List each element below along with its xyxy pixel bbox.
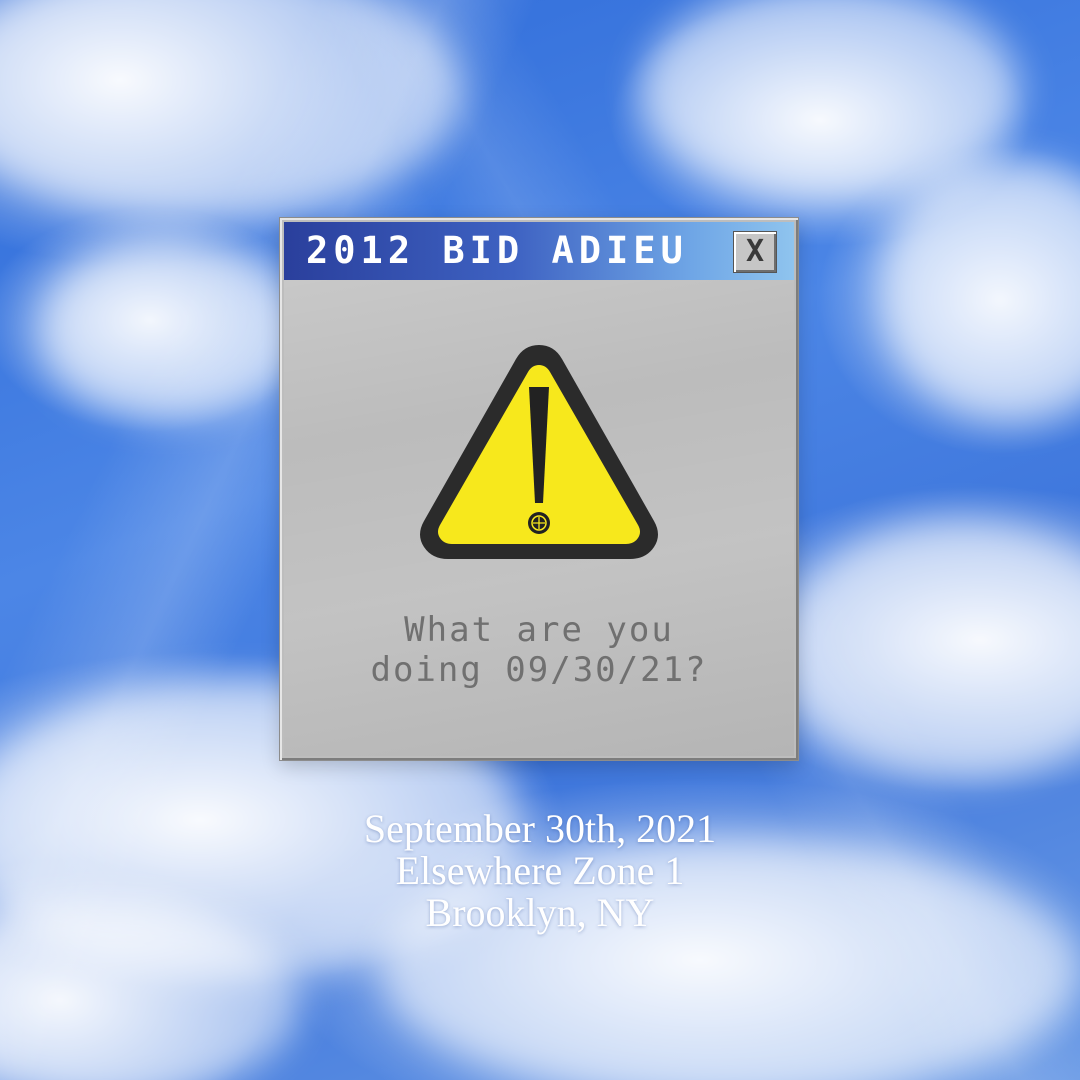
event-date: September 30th, 2021 bbox=[363, 806, 717, 851]
event-info: September 30th, 2021 Elsewhere Zone 1 Br… bbox=[0, 808, 1080, 934]
dialog-content: What are you doing 09/30/21? bbox=[284, 280, 794, 756]
dialog-message: What are you doing 09/30/21? bbox=[284, 610, 794, 690]
dialog-title: 2012 BID ADIEU bbox=[306, 229, 688, 272]
warning-icon bbox=[420, 345, 658, 559]
warning-dialog: 2012 BID ADIEU X What are you doing 09/3… bbox=[280, 218, 798, 760]
message-line-1: What are you bbox=[404, 610, 674, 650]
close-icon: X bbox=[745, 234, 765, 269]
event-location: Brooklyn, NY bbox=[425, 890, 655, 935]
message-line-2: doing 09/30/21? bbox=[370, 650, 708, 690]
dialog-titlebar[interactable]: 2012 BID ADIEU X bbox=[284, 222, 794, 280]
close-button[interactable]: X bbox=[734, 232, 776, 272]
event-venue: Elsewhere Zone 1 bbox=[395, 848, 685, 893]
